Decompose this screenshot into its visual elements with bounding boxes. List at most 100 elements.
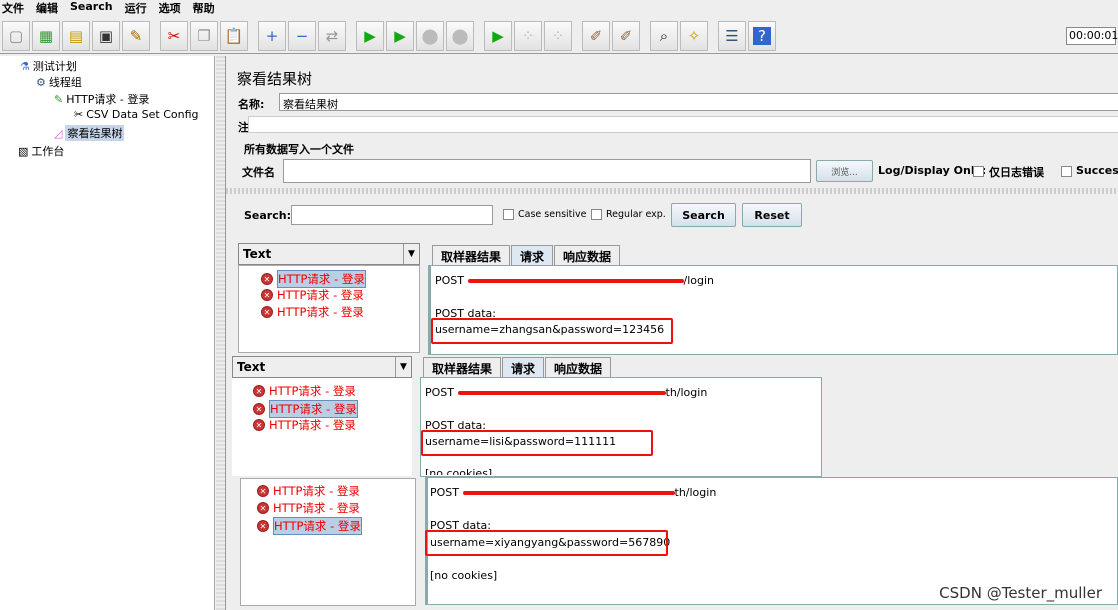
request-content: POST /login POST data: username=zhangsan… [428, 265, 1118, 355]
new-button[interactable]: ▢ [2, 21, 30, 51]
save-button[interactable]: ▣ [92, 21, 120, 51]
paste-button[interactable]: 📋 [220, 21, 248, 51]
tree-node-http-request[interactable]: ✎ HTTP请求 - 登录 [54, 91, 149, 107]
tab-sampler-result[interactable]: 取样器结果 [432, 245, 511, 265]
remote-start-button[interactable]: ▶ [484, 21, 512, 51]
shutdown-icon: ⬤ [451, 27, 469, 45]
tree-node-test-plan[interactable]: ⚗ 测试计划 [20, 58, 77, 74]
expand-button[interactable]: + [258, 21, 286, 51]
menu-options[interactable]: 选项 [159, 0, 181, 15]
help-button[interactable]: ? [748, 21, 776, 51]
case-sensitive-checkbox[interactable] [503, 209, 514, 220]
redacted-url [462, 491, 675, 495]
shutdown-button[interactable]: ⬤ [446, 21, 474, 51]
watermark: CSDN @Tester_muller [939, 584, 1102, 602]
url-tail: th/login [665, 386, 708, 399]
comment-input[interactable] [248, 116, 1118, 133]
redacted-url [457, 391, 666, 395]
tab-request[interactable]: 请求 [511, 245, 554, 265]
function-helper-button[interactable]: ☰ [718, 21, 746, 51]
list-item[interactable]: ✕ HTTP请求 - 登录 [261, 287, 364, 303]
log-display-label: Log/Display Only: [878, 164, 987, 177]
clear-button[interactable]: ✐ [582, 21, 610, 51]
tree-node-csv-config[interactable]: ✂ CSV Data Set Config [74, 108, 199, 121]
cut-icon: ✂ [167, 27, 181, 45]
search-button[interactable]: ⌕ [650, 21, 678, 51]
request-content: POST th/login POST data: username=lisi&p… [420, 377, 822, 477]
tab-response-data[interactable]: 响应数据 [554, 245, 621, 265]
regex-checkbox[interactable] [591, 209, 602, 220]
list-item[interactable]: ✕ HTTP请求 - 登录 [261, 304, 364, 320]
renderer-select[interactable]: Text ▼ [238, 243, 420, 265]
save-as-icon: ✎ [129, 27, 143, 45]
errors-only-checkbox[interactable] [973, 166, 984, 177]
method: POST [425, 386, 454, 399]
chevron-down-icon: ▼ [395, 357, 411, 377]
cut-button[interactable]: ✂ [160, 21, 188, 51]
list-item[interactable]: ✕ HTTP请求 - 登录 [257, 483, 360, 499]
gear-icon: ⚙ [36, 75, 46, 89]
browse-button[interactable]: 浏览... [816, 160, 873, 182]
clear-icon: ✐ [589, 27, 603, 45]
remote-shutdown-icon: ⁘ [551, 27, 565, 45]
stop-button[interactable]: ⬤ [416, 21, 444, 51]
successes-checkbox[interactable] [1061, 166, 1072, 177]
collapse-button[interactable]: − [288, 21, 316, 51]
save-as-button[interactable]: ✎ [122, 21, 150, 51]
clear-all-button[interactable]: ✐ [612, 21, 640, 51]
url-tail: th/login [674, 486, 717, 499]
menu-bar: 文件 编辑 Search 运行 选项 帮助 [0, 0, 1118, 15]
splitter[interactable] [216, 56, 225, 610]
error-shield-icon: ✕ [257, 520, 269, 532]
list-item[interactable]: ✕ HTTP请求 - 登录 [261, 270, 366, 288]
reset-button[interactable]: Reset [742, 203, 802, 227]
list-item[interactable]: ✕ HTTP请求 - 登录 [253, 400, 358, 418]
remote-shutdown-button[interactable]: ⁘ [544, 21, 572, 51]
menu-edit[interactable]: 编辑 [36, 0, 58, 15]
remote-stop-button[interactable]: ⁘ [514, 21, 542, 51]
method: POST [430, 486, 459, 499]
tab-request[interactable]: 请求 [502, 357, 545, 377]
divider[interactable] [226, 188, 1118, 194]
menu-search[interactable]: Search [70, 0, 113, 15]
collapse-icon: − [295, 27, 309, 45]
list-item[interactable]: ✕ HTTP请求 - 登录 [253, 417, 356, 433]
tree-node-thread-group[interactable]: ⚙ 线程组 [36, 74, 82, 90]
method: POST [435, 274, 464, 287]
start-no-pause-button[interactable]: ▶ [386, 21, 414, 51]
flask-icon: ⚗ [20, 59, 30, 73]
list-item[interactable]: ✕ HTTP请求 - 登录 [253, 383, 356, 399]
errors-only-label: 仅日志错误 [989, 166, 1044, 179]
expand-icon: + [265, 27, 279, 45]
reset-search-icon: ✧ [687, 27, 701, 45]
tree-node-workbench[interactable]: ▧ 工作台 [18, 143, 64, 159]
templates-button[interactable]: ▦ [32, 21, 60, 51]
error-shield-icon: ✕ [261, 306, 273, 318]
renderer-select[interactable]: Text ▼ [232, 356, 412, 378]
tree-node-view-results-tree[interactable]: ◿ 察看结果树 [54, 125, 125, 141]
menu-file[interactable]: 文件 [2, 0, 24, 15]
toggle-button[interactable]: ⇄ [318, 21, 346, 51]
list-item[interactable]: ✕ HTTP请求 - 登录 [257, 500, 360, 516]
highlight-box [421, 430, 653, 456]
menu-run[interactable]: 运行 [125, 0, 147, 15]
error-shield-icon: ✕ [261, 289, 273, 301]
save-icon: ▣ [98, 27, 114, 45]
list-item[interactable]: ✕ HTTP请求 - 登录 [257, 517, 362, 535]
search-label: Search: [244, 209, 291, 222]
regex-label: Regular exp. [606, 209, 666, 220]
tab-sampler-result[interactable]: 取样器结果 [423, 357, 502, 377]
search-input[interactable] [291, 205, 493, 225]
reset-search-button[interactable]: ✧ [680, 21, 708, 51]
open-button[interactable]: ▤ [62, 21, 90, 51]
name-input[interactable]: 察看结果树 [279, 93, 1118, 111]
menu-help[interactable]: 帮助 [193, 0, 215, 15]
tab-response-data[interactable]: 响应数据 [545, 357, 612, 377]
copy-button[interactable]: ❐ [190, 21, 218, 51]
toolbar: ▢ ▦ ▤ ▣ ✎ ✂ ❐ 📋 + − ⇄ ▶ ▶ ⬤ ⬤ ▶ ⁘ ⁘ ✐ ✐ ⌕ ✧ ☰? [0, 18, 1118, 54]
function-helper-icon: ☰ [725, 27, 739, 45]
start-button[interactable]: ▶ [356, 21, 384, 51]
filename-input[interactable] [283, 159, 811, 183]
test-plan-tree: ⚗ 测试计划 ⚙ 线程组 ✎ HTTP请求 - 登录 ✂ CSV Data Set Co… [0, 56, 215, 610]
search-button[interactable]: Search [671, 203, 736, 227]
